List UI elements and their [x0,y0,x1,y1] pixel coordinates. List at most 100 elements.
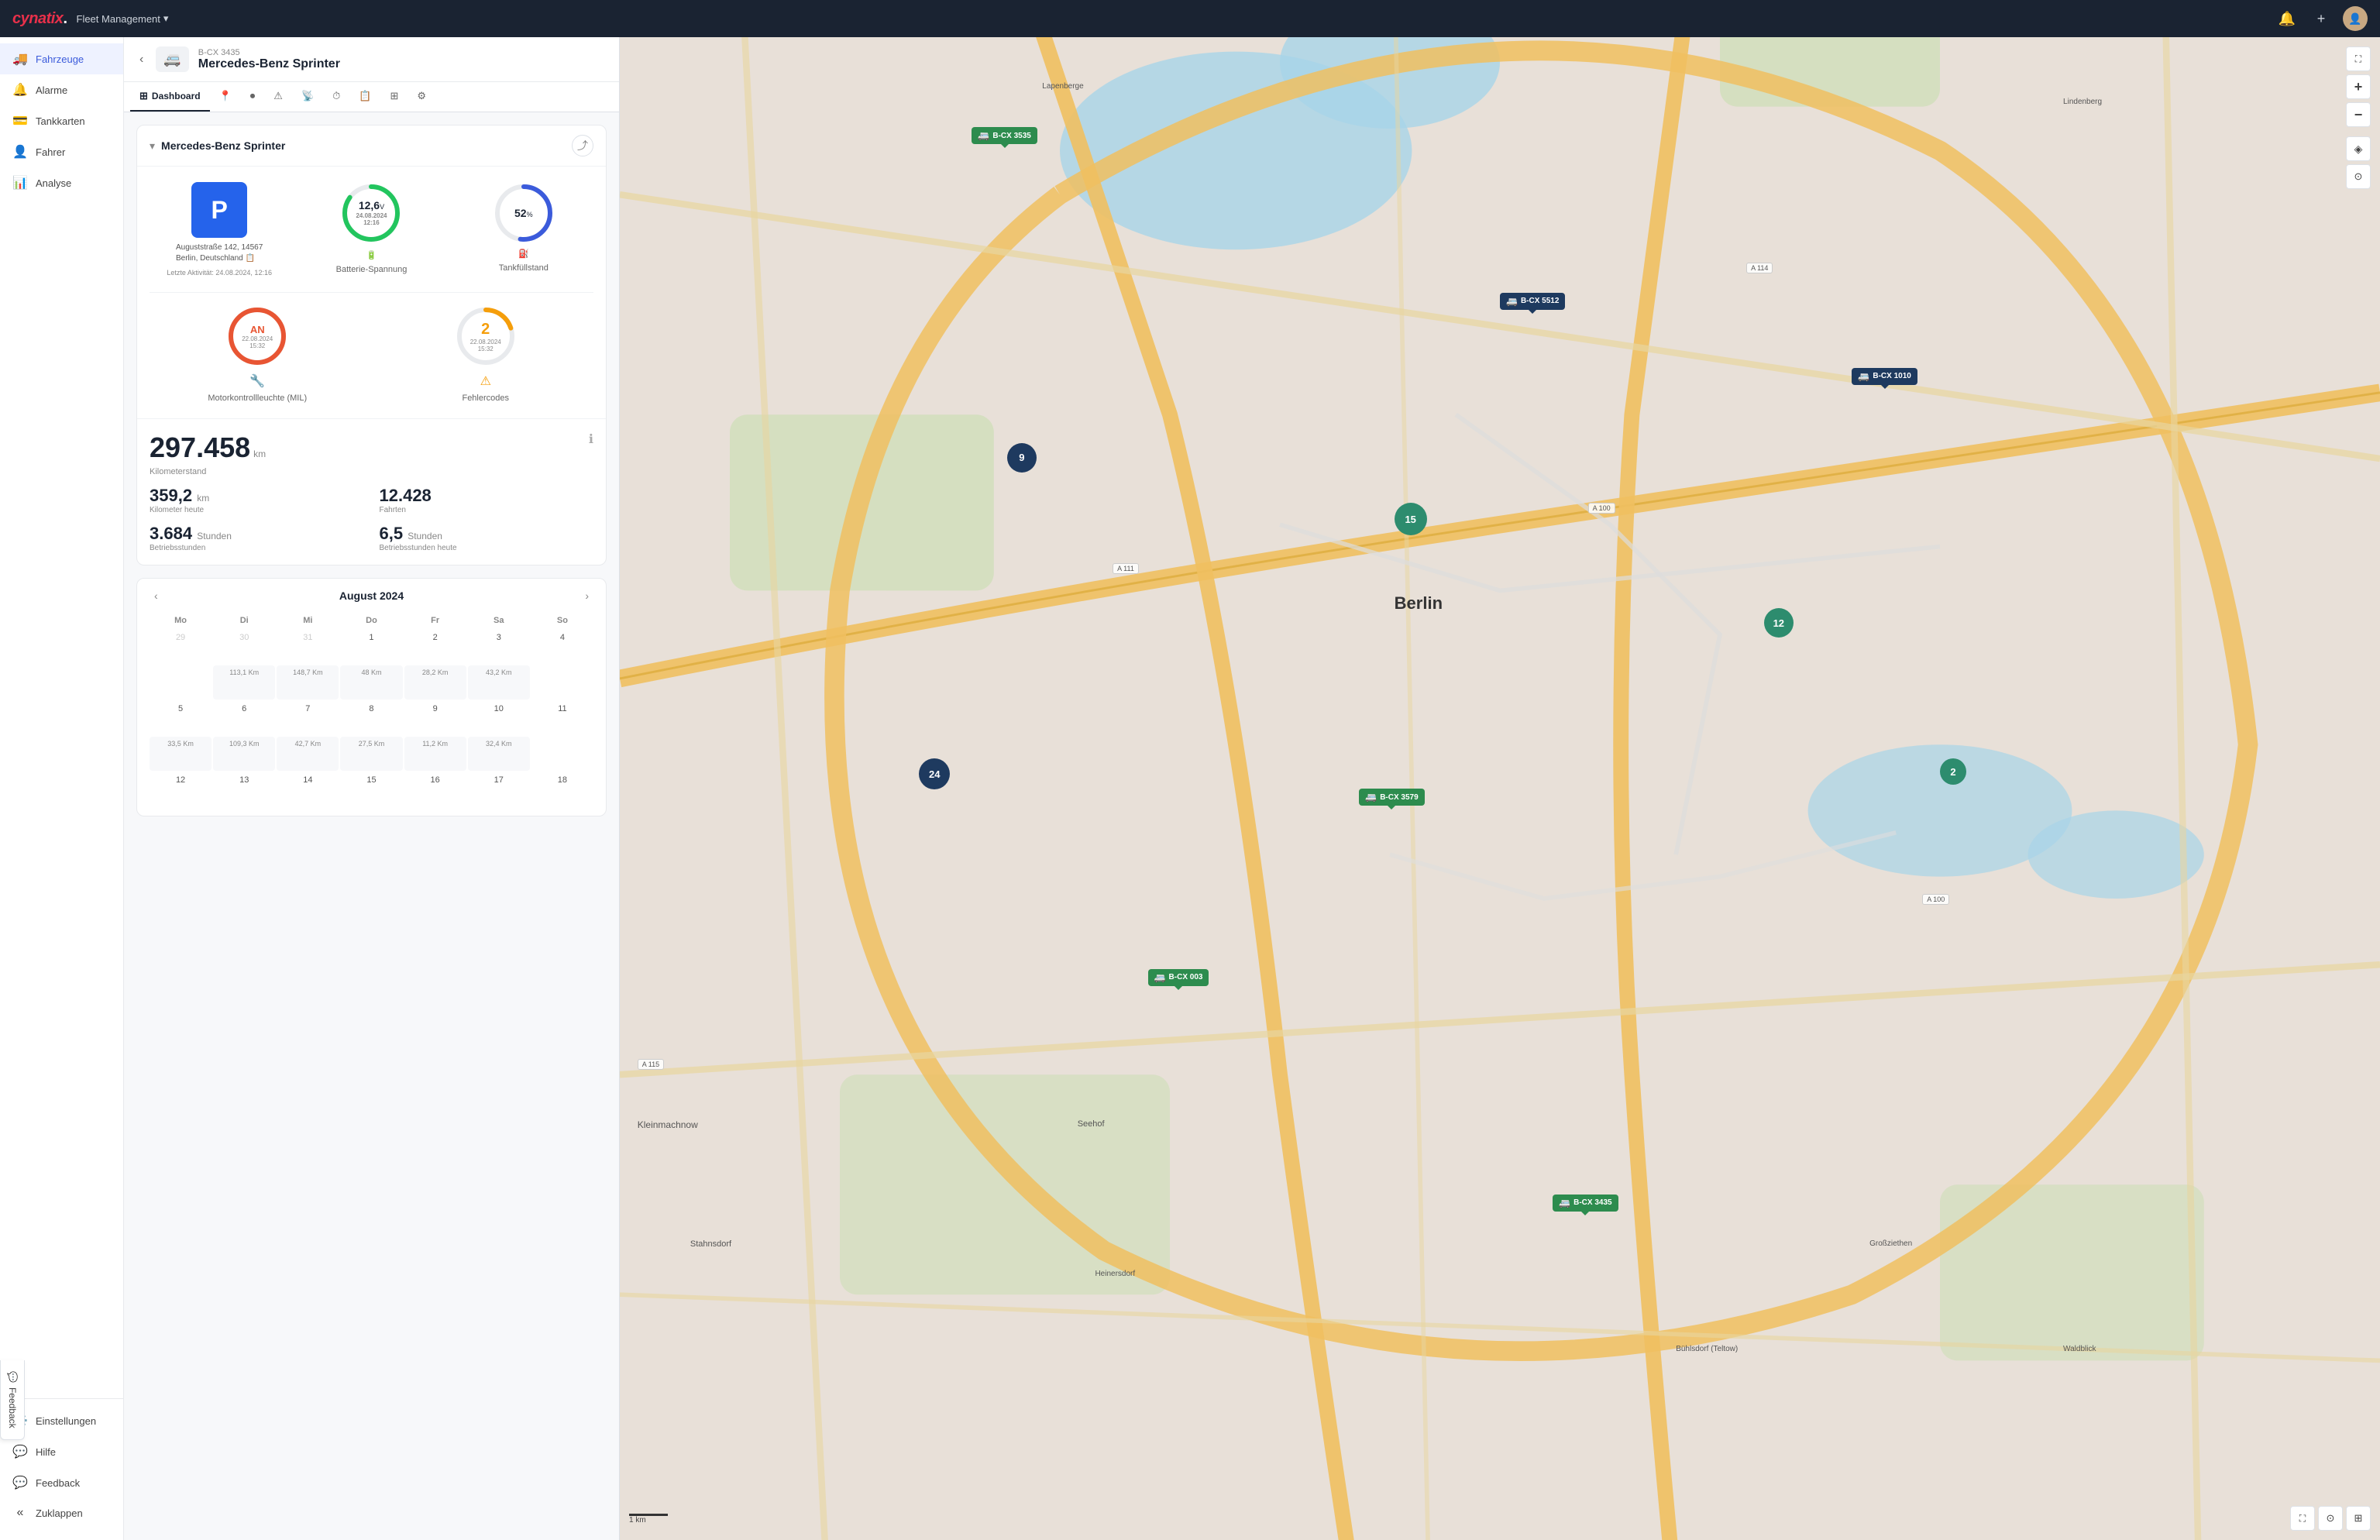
cal-day-17[interactable]: 17 [468,772,530,806]
cal-day-3[interactable]: 3 [468,630,530,664]
module-selector[interactable]: Fleet Management ▾ [77,12,169,25]
cal-day-30[interactable]: 30 [213,630,275,664]
calendar-next-button[interactable]: › [580,588,593,603]
tab-grid[interactable]: ⊞ [380,82,408,112]
vehicle-info: B-CX 3435 Mercedes-Benz Sprinter [198,48,607,71]
card-icon: 💳 [12,113,28,129]
tab-alerts[interactable]: ⚠ [264,82,292,112]
cal-day-16[interactable]: 16 [404,772,466,806]
cluster-15[interactable]: 15 [1395,503,1427,535]
cluster-9[interactable]: 9 [1007,443,1037,473]
vehicle-id: B-CX 3435 [198,48,607,57]
battery-label: Batterie-Spannung [336,265,408,274]
cal-km-row1-di: 113,1 Km [213,665,275,700]
stat-betrieb-heute-label: Betriebsstunden heute [380,544,594,552]
cal-day-9[interactable]: 9 [404,701,466,735]
tab-timer[interactable]: ⏱ [323,82,349,112]
tab-dashboard[interactable]: ⊞ Dashboard [130,82,210,112]
cal-day-14[interactable]: 14 [277,772,339,806]
sidebar-item-fahrzeuge[interactable]: 🚚 Fahrzeuge [0,43,123,74]
cal-day-11[interactable]: 11 [531,701,593,735]
map-zoom-in-button[interactable]: + [2346,74,2371,99]
sidebar-item-tankkarten[interactable]: 💳 Tankkarten [0,105,123,136]
sidebar-label-einstellungen: Einstellungen [36,1415,96,1427]
cal-km-row1-so [531,665,593,700]
share-button[interactable]: ⤴ [572,135,593,156]
pin-bcx3535[interactable]: 🚐 B-CX 3535 [972,127,1037,144]
map-location-button[interactable]: ⊙ [2346,164,2371,189]
cal-day-2[interactable]: 2 [404,630,466,664]
calendar-prev-button[interactable]: ‹ [150,588,163,603]
sidebar-item-hilfe[interactable]: 💬 Hilfe [0,1436,123,1467]
collapse-button[interactable]: ▾ [150,139,155,153]
truck-pin-icon-4: 🚐 [1365,792,1377,803]
add-button[interactable]: + [2309,6,2334,31]
calendar-month-label: August 2024 [169,590,575,602]
cal-day-7[interactable]: 7 [277,701,339,735]
location-link-icon[interactable]: 📋 [246,253,255,264]
grid-tab-icon: ⊞ [390,90,398,102]
road-label-a100-1: A 100 [1588,503,1615,514]
pin-bcx5512[interactable]: 🚐 B-CX 5512 [1500,293,1565,310]
cal-day-4[interactable]: 4 [531,630,593,664]
odometer-info-icon[interactable]: ℹ [589,431,593,447]
app-logo: cynatix. [12,10,67,28]
sidebar-item-zuklappen[interactable]: « Zuklappen [0,1498,123,1528]
cal-day-18[interactable]: 18 [531,772,593,806]
cal-day-15[interactable]: 15 [340,772,402,806]
map-bottom-controls: ⛶ ⊙ ⊞ [2290,1506,2371,1531]
pin-bcx3435[interactable]: 🚐 B-CX 3435 [1553,1195,1618,1212]
cal-day-12[interactable]: 12 [150,772,212,806]
section-title: Mercedes-Benz Sprinter [161,139,566,152]
user-avatar[interactable]: 👤 [2343,6,2368,31]
sidebar-item-analyse[interactable]: 📊 Analyse [0,167,123,198]
map-target-button[interactable]: ⊙ [2318,1506,2343,1531]
tab-recording[interactable]: ⏺ [241,82,265,112]
sidebar-item-alarme[interactable]: 🔔 Alarme [0,74,123,105]
tab-settings2[interactable]: ⚙ [408,82,435,112]
map-select-button[interactable]: ⛶ [2290,1506,2315,1531]
cal-day-10[interactable]: 10 [468,701,530,735]
notifications-button[interactable]: 🔔 [2275,6,2299,31]
tab-location[interactable]: 📍 [210,82,241,112]
cal-day-1[interactable]: 1 [340,630,402,664]
truck-pin-icon-6: 🚐 [1559,1198,1570,1208]
feedback-button[interactable]: 💬 Feedback [0,1360,25,1440]
top-navigation: cynatix. Fleet Management ▾ 🔔 + 👤 [0,0,2380,37]
map-zoom-out-button[interactable]: − [2346,102,2371,127]
dashboard-tab-icon: ⊞ [139,90,148,102]
map-area[interactable]: Berlin A 114 A 100 A 111 A 100 A 115 Kle… [620,37,2380,1540]
cal-header-mi: Mi [277,613,339,628]
map-compass-button[interactable]: ◈ [2346,136,2371,161]
cluster-2[interactable]: 2 [1940,758,1966,785]
cal-day-8[interactable]: 8 [340,701,402,735]
cal-day-13[interactable]: 13 [213,772,275,806]
truck-pin-icon-2: 🚐 [1506,296,1518,307]
back-button[interactable]: ‹ [136,50,146,70]
cal-day-29[interactable]: 29 [150,630,212,664]
cluster-12[interactable]: 12 [1764,608,1794,638]
vehicle-panel: ‹ 🚐 B-CX 3435 Mercedes-Benz Sprinter ⊞ D… [124,37,620,1540]
map-scale: 1 km [629,1514,668,1525]
tab-reports[interactable]: 📋 [349,82,380,112]
alerts-tab-icon: ⚠ [273,90,283,102]
cal-day-31[interactable]: 31 [277,630,339,664]
battery-value: 12,6V [356,199,387,212]
pin-bcx003[interactable]: 🚐 B-CX 003 [1148,969,1209,986]
pin-bcx3579[interactable]: 🚐 B-CX 3579 [1359,789,1424,806]
cal-day-5[interactable]: 5 [150,701,212,735]
cal-km-row1-do: 48 Km [340,665,402,700]
timer-tab-icon: ⏱ [332,90,340,102]
feedback-panel: 💬 Feedback [0,1360,80,1385]
widgets-row-1: P Auguststraße 142, 14567 Berlin, Deutsc… [137,167,606,292]
map-layers-button[interactable]: ⊞ [2346,1506,2371,1531]
stat-betrieb-label: Betriebsstunden [150,544,364,552]
sidebar: 🚚 Fahrzeuge 🔔 Alarme 💳 Tankkarten 👤 Fahr… [0,37,124,1540]
pin-bcx1010[interactable]: 🚐 B-CX 1010 [1852,368,1917,385]
tab-signal[interactable]: 📡 [292,82,323,112]
sidebar-item-fahrer[interactable]: 👤 Fahrer [0,136,123,167]
map-fullscreen-button[interactable]: ⛶ [2346,46,2371,71]
cal-day-6[interactable]: 6 [213,701,275,735]
engine-label: Motorkontrollleuchte (MIL) [208,394,307,403]
sidebar-item-feedback[interactable]: 💬 Feedback [0,1467,123,1498]
